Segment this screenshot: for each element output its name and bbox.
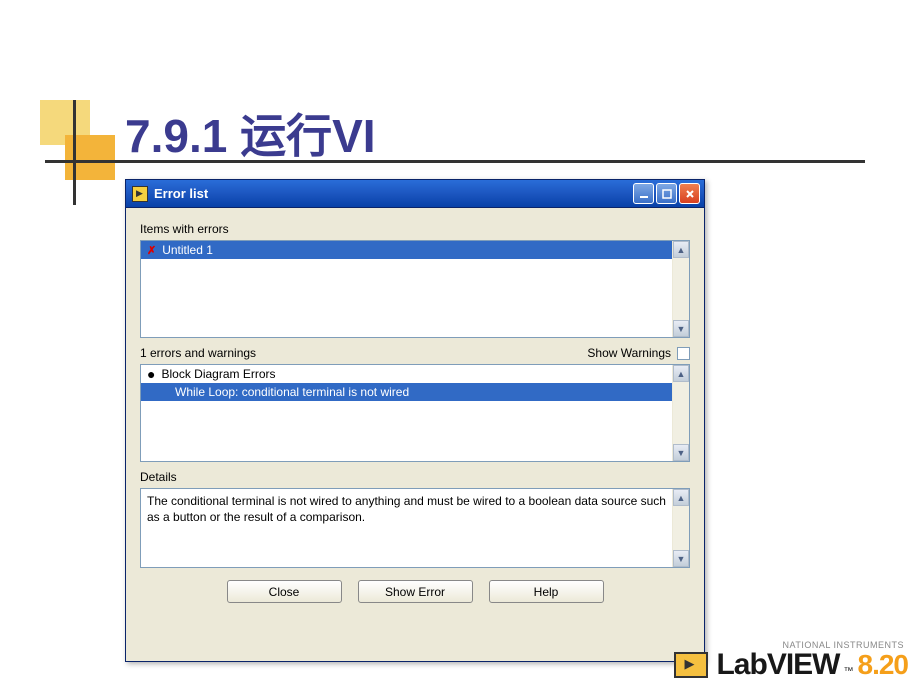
error-list-dialog: Error list Items with errors ✗ Untitled … (125, 179, 705, 662)
errors-count-label: 1 errors and warnings (140, 346, 256, 360)
scrollbar[interactable]: ▲ ▼ (672, 489, 689, 567)
error-entry: While Loop: conditional terminal is not … (175, 385, 409, 399)
scrollbar[interactable]: ▲ ▼ (672, 365, 689, 461)
details-label: Details (140, 470, 690, 484)
footer-logo: LabVIEW ™ 8.20 (674, 648, 908, 682)
error-category-row[interactable]: ● Block Diagram Errors (141, 365, 672, 383)
items-with-errors-label: Items with errors (140, 222, 690, 236)
scroll-down-button[interactable]: ▼ (673, 320, 689, 337)
slide-decoration (10, 100, 120, 200)
window-title: Error list (154, 186, 633, 201)
maximize-button[interactable] (656, 183, 677, 204)
titlebar[interactable]: Error list (126, 180, 704, 208)
details-content: The conditional terminal is not wired to… (141, 489, 672, 567)
close-dialog-button[interactable]: Close (227, 580, 342, 603)
item-name: Untitled 1 (162, 243, 213, 257)
items-listbox-content: ✗ Untitled 1 (141, 241, 672, 337)
errors-listbox-content: ● Block Diagram Errors While Loop: condi… (141, 365, 672, 461)
scroll-track[interactable] (673, 258, 689, 320)
scroll-up-button[interactable]: ▲ (673, 489, 689, 506)
trademark-symbol: ™ (844, 666, 854, 677)
app-icon (132, 186, 148, 202)
scroll-track[interactable] (673, 382, 689, 444)
dialog-body: Items with errors ✗ Untitled 1 ▲ ▼ 1 err… (126, 208, 704, 611)
show-error-button[interactable]: Show Error (358, 580, 473, 603)
error-x-icon: ✗ (147, 244, 156, 257)
close-button[interactable] (679, 183, 700, 204)
list-item[interactable]: ✗ Untitled 1 (141, 241, 672, 259)
minimize-icon (639, 189, 649, 199)
details-text: The conditional terminal is not wired to… (141, 489, 672, 529)
bullet-icon: ● (147, 368, 155, 380)
window-controls (633, 183, 700, 204)
error-entry-row[interactable]: While Loop: conditional terminal is not … (141, 383, 672, 401)
product-version: 8.20 (858, 649, 909, 681)
scrollbar[interactable]: ▲ ▼ (672, 241, 689, 337)
show-warnings-checkbox[interactable] (677, 347, 690, 360)
slide-title: 7.9.1 运行VI (125, 100, 376, 166)
decoration-line-vertical (73, 100, 76, 205)
close-icon (685, 189, 695, 199)
scroll-track[interactable] (673, 506, 689, 550)
button-row: Close Show Error Help (140, 580, 690, 603)
help-button[interactable]: Help (489, 580, 604, 603)
items-listbox[interactable]: ✗ Untitled 1 ▲ ▼ (140, 240, 690, 338)
details-box[interactable]: The conditional terminal is not wired to… (140, 488, 690, 568)
scroll-up-button[interactable]: ▲ (673, 365, 689, 382)
scroll-down-button[interactable]: ▼ (673, 444, 689, 461)
show-warnings-control[interactable]: Show Warnings (587, 346, 690, 360)
maximize-icon (662, 189, 672, 199)
labview-icon (674, 652, 708, 678)
minimize-button[interactable] (633, 183, 654, 204)
error-category: Block Diagram Errors (161, 367, 275, 381)
errors-header-row: 1 errors and warnings Show Warnings (140, 346, 690, 360)
product-name: LabVIEW (716, 648, 839, 682)
scroll-up-button[interactable]: ▲ (673, 241, 689, 258)
show-warnings-label: Show Warnings (587, 346, 671, 360)
scroll-down-button[interactable]: ▼ (673, 550, 689, 567)
errors-listbox[interactable]: ● Block Diagram Errors While Loop: condi… (140, 364, 690, 462)
